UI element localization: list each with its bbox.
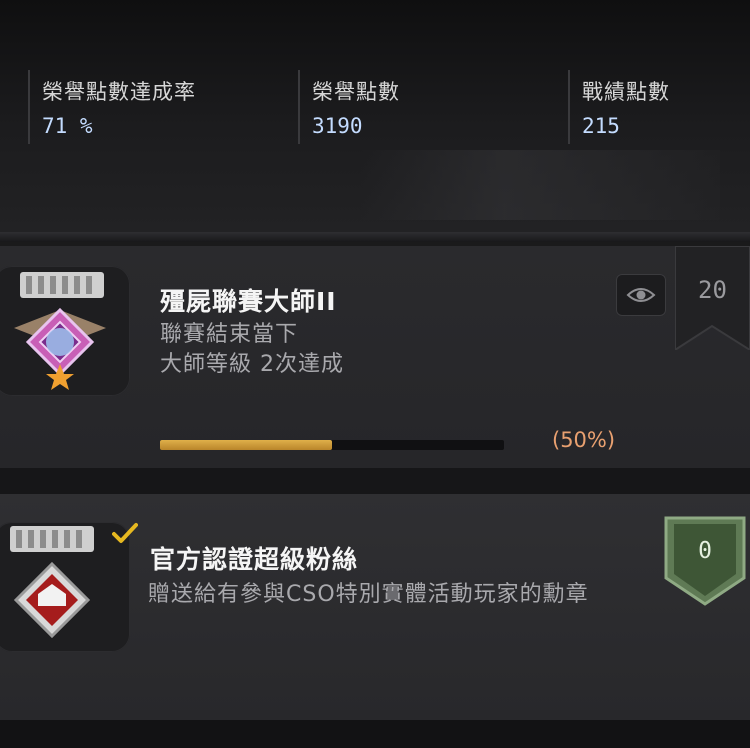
stat-honor-rate: 榮譽點數達成率 71 %	[28, 70, 196, 144]
progress-fill	[160, 440, 332, 450]
bottom-edge	[0, 720, 750, 748]
progress-percent: (50%)	[552, 428, 616, 452]
checkmark-icon	[112, 523, 138, 543]
reward-points: 0	[698, 538, 712, 564]
background-decoration	[360, 150, 720, 220]
medal-frame	[0, 266, 130, 396]
description-line: 聯賽結束當下	[160, 322, 299, 347]
medal-frame	[0, 522, 130, 652]
stat-honor-points: 榮譽點數 3190	[298, 70, 400, 144]
achievement-description: 贈送給有參與CSO特別實體活動玩家的勳章	[148, 582, 589, 607]
achievement-title: 官方認證超級粉絲	[150, 545, 359, 574]
section-divider	[0, 232, 750, 242]
progress-bar	[160, 440, 504, 450]
achievement-description: 聯賽結束當下 大師等級 2次達成	[160, 320, 344, 380]
stat-value: 71 %	[42, 114, 93, 138]
stat-label: 榮譽點數	[312, 80, 400, 104]
stat-value: 215	[582, 114, 620, 138]
achievement-card-super-fan[interactable]: 官方認證超級粉絲 贈送給有參與CSO特別實體活動玩家的勳章 0	[0, 494, 750, 720]
view-button[interactable]	[616, 274, 666, 316]
description-line: 大師等級 2次達成	[160, 352, 344, 377]
medal-red-icon	[10, 526, 94, 639]
achievement-card-zombie-league[interactable]: 殭屍聯賽大師II 聯賽結束當下 大師等級 2次達成 (50%) 20	[0, 246, 750, 468]
section-divider	[0, 468, 750, 494]
stat-value: 3190	[312, 114, 363, 138]
stat-label: 戰績點數	[582, 80, 670, 104]
achievement-title: 殭屍聯賽大師II	[160, 287, 337, 316]
medal-purple-icon	[14, 272, 106, 390]
stat-label: 榮譽點數達成率	[42, 80, 196, 104]
reward-points: 20	[698, 276, 727, 304]
stat-record-points: 戰績點數 215	[568, 70, 670, 144]
eye-icon	[626, 288, 656, 302]
